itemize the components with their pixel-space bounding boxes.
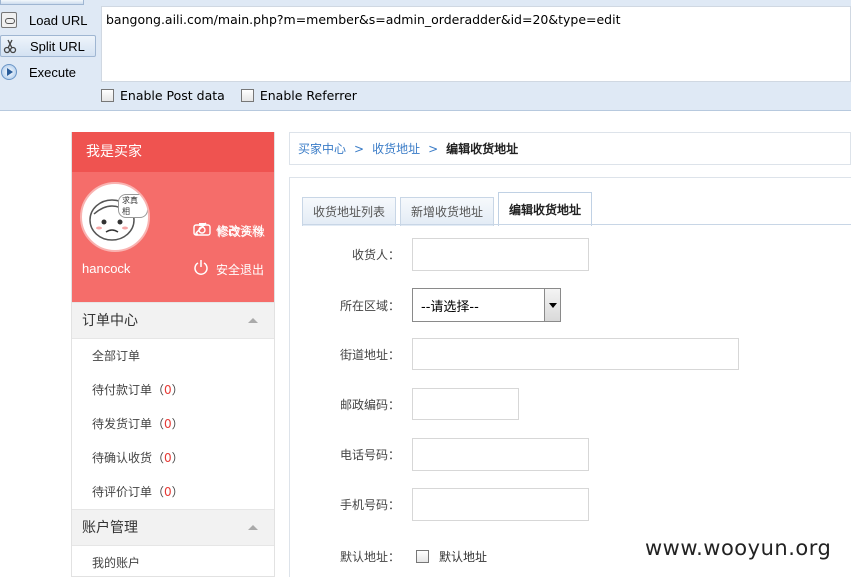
hackbar-options: Enable Post data Enable Referrer (101, 88, 373, 103)
logout-link[interactable]: 安全退出 (191, 259, 264, 279)
tab-address-list[interactable]: 收货地址列表 (302, 197, 397, 226)
receiver-input[interactable] (412, 238, 589, 271)
street-row: 街道地址： (290, 338, 739, 370)
pencil-icon (191, 220, 211, 240)
count-value: 0 (164, 451, 172, 465)
logout-label: 安全退出 (216, 262, 265, 277)
menu-item-label: 全部订单 (92, 349, 141, 363)
street-input[interactable] (412, 338, 739, 370)
menu-item-label: 待评价订单 (92, 485, 153, 499)
street-label: 街道地址： (339, 347, 400, 362)
default-address-option[interactable]: 默认地址 (412, 548, 487, 565)
order-center-header[interactable]: 订单中心 (72, 302, 274, 339)
region-select[interactable]: --请选择-- (412, 288, 561, 322)
power-icon (191, 259, 211, 279)
menu-item-pending-review[interactable]: 待评价订单（0） (72, 475, 274, 509)
enable-post-label: Enable Post data (120, 88, 225, 103)
enable-referrer-option[interactable]: Enable Referrer (240, 88, 357, 103)
split-url-button[interactable]: Split URL (0, 35, 96, 57)
account-title: 账户管理 (82, 520, 138, 536)
collapse-caret-icon[interactable] (248, 525, 258, 530)
edit-profile-link[interactable]: 修改资料 (191, 220, 264, 240)
address-panel: 收货地址列表 新增收货地址 编辑收货地址 收货人： 所在区域： --请选择-- … (289, 177, 851, 577)
execute-button[interactable]: Execute (0, 61, 96, 83)
menu-item-pending-receipt[interactable]: 待确认收货（0） (72, 441, 274, 475)
watermark: www.wooyun.org (645, 536, 832, 560)
hackbar-top-button-edge[interactable] (0, 0, 84, 5)
count-badge: （0） (152, 417, 184, 431)
mobile-input[interactable] (412, 488, 589, 521)
tabs-divider (302, 224, 851, 225)
receiver-row: 收货人： (290, 238, 589, 271)
breadcrumb-address[interactable]: 收货地址 (372, 140, 420, 157)
phone-label: 电话号码： (339, 448, 400, 462)
split-url-label: Split URL (30, 38, 85, 54)
load-url-icon (1, 12, 17, 28)
load-url-button[interactable]: Load URL (0, 9, 96, 31)
breadcrumb-separator: > (354, 141, 365, 156)
order-center-title: 订单中心 (82, 313, 138, 329)
postcode-input[interactable] (412, 388, 519, 420)
buyer-title: 我是买家 (72, 132, 274, 172)
count-value: 0 (164, 383, 172, 397)
menu-item-label: 我的账户 (92, 556, 141, 570)
menu-item-pending-payment[interactable]: 待付款订单（0） (72, 373, 274, 407)
username: hancock (82, 261, 131, 276)
count-badge: （0） (152, 451, 184, 465)
execute-label: Execute (29, 64, 76, 80)
default-row: 默认地址： 默认地址 (290, 548, 487, 565)
edit-profile-label: 修改资料 (216, 223, 265, 238)
url-textarea[interactable]: bangong.aili.com/main.php?m=member&s=adm… (101, 6, 851, 82)
breadcrumb-current: 编辑收货地址 (446, 142, 519, 156)
region-selected-value: --请选择-- (421, 299, 479, 315)
avatar[interactable]: 求真相 (80, 182, 150, 252)
tab-add-address[interactable]: 新增收货地址 (400, 197, 495, 226)
region-label: 所在区域： (339, 298, 400, 313)
play-icon (1, 64, 17, 80)
mobile-row: 手机号码： (290, 488, 589, 521)
buyer-sidebar: 我是买家 求真相 hancock 修改头像 订单中心 全部订单 待付款订单（0）… (71, 132, 275, 577)
count-badge: （0） (152, 485, 184, 499)
enable-referrer-checkbox[interactable] (240, 89, 254, 102)
hackbar-toolbar: Load URL Split URL Execute bangong.aili.… (0, 0, 851, 111)
account-header[interactable]: 账户管理 (72, 509, 274, 546)
breadcrumb: 买家中心 > 收货地址 > 编辑收货地址 (289, 132, 851, 165)
breadcrumb-buyer-center[interactable]: 买家中心 (298, 140, 346, 157)
chevron-down-icon[interactable] (544, 289, 560, 321)
avatar-badge: 求真相 (118, 194, 148, 218)
receiver-label: 收货人： (351, 248, 400, 262)
postcode-label: 邮政编码： (339, 397, 400, 412)
tab-edit-address[interactable]: 编辑收货地址 (498, 192, 593, 226)
address-tabs: 收货地址列表 新增收货地址 编辑收货地址 (302, 192, 596, 226)
default-address-checkbox[interactable] (416, 550, 429, 563)
menu-item-pending-shipment[interactable]: 待发货订单（0） (72, 407, 274, 441)
postcode-row: 邮政编码： (290, 388, 519, 420)
region-row: 所在区域： --请选择-- (290, 288, 561, 322)
enable-post-option[interactable]: Enable Post data (101, 88, 225, 103)
menu-item-label: 待确认收货 (92, 451, 153, 465)
breadcrumb-separator: > (428, 141, 439, 156)
count-badge: （0） (152, 383, 184, 397)
count-value: 0 (164, 485, 172, 499)
menu-item-label: 待付款订单 (92, 383, 153, 397)
default-address-checkbox-label: 默认地址 (439, 550, 488, 564)
load-url-label: Load URL (29, 12, 88, 28)
enable-referrer-label: Enable Referrer (259, 88, 357, 103)
scissors-icon (2, 38, 18, 54)
enable-post-checkbox[interactable] (101, 89, 114, 102)
menu-item-label: 待发货订单 (92, 417, 153, 431)
count-value: 0 (164, 417, 172, 431)
phone-input[interactable] (412, 438, 589, 471)
phone-row: 电话号码： (290, 438, 589, 471)
menu-item-my-account[interactable]: 我的账户 (72, 546, 274, 577)
collapse-caret-icon[interactable] (248, 318, 258, 323)
mobile-label: 手机号码： (339, 498, 400, 512)
default-label: 默认地址： (339, 550, 400, 564)
menu-item-all-orders[interactable]: 全部订单 (72, 339, 274, 373)
